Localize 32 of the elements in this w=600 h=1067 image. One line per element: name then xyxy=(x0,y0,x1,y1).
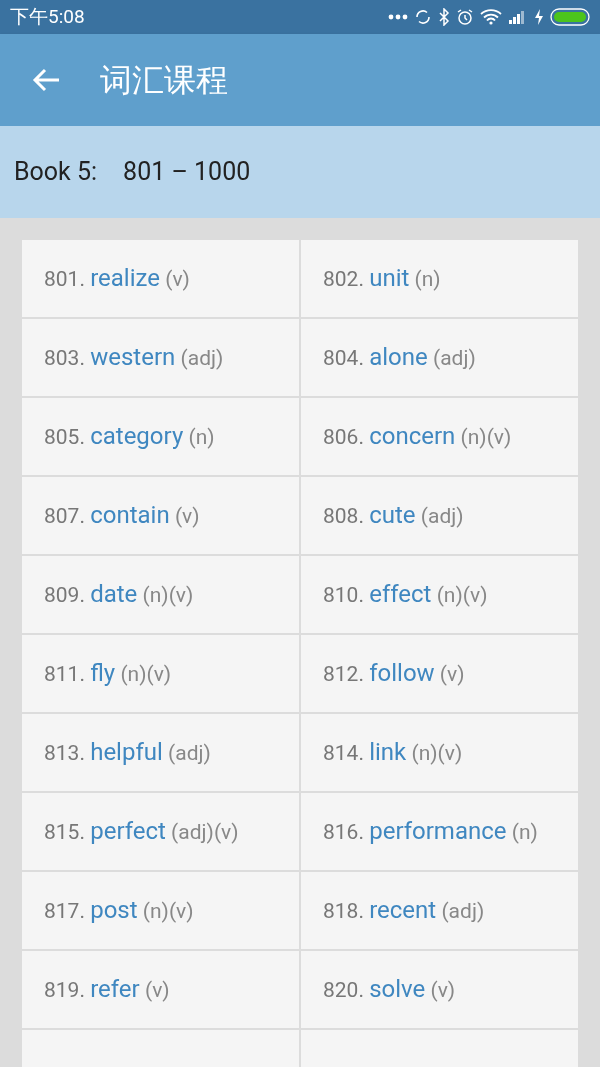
status-time: 下午5:08 xyxy=(10,3,85,30)
alarm-icon xyxy=(456,8,474,26)
back-arrow-icon xyxy=(32,68,60,92)
app-bar-title: 词汇课程 xyxy=(100,60,228,101)
word-cell[interactable]: 803. western (adj) xyxy=(22,319,299,396)
wifi-icon xyxy=(480,9,502,25)
book-label: Book 5: xyxy=(14,156,98,189)
word-cell[interactable]: 802. unit (n) xyxy=(301,240,578,317)
word-cell[interactable]: 810. effect (n)(v) xyxy=(301,556,578,633)
range-label: 801 – 1000 xyxy=(123,156,251,189)
word-cell[interactable]: 801. realize (v) xyxy=(22,240,299,317)
word-cell[interactable]: 809. date (n)(v) xyxy=(22,556,299,633)
word-cell[interactable]: 804. alone (adj) xyxy=(301,319,578,396)
word-cell[interactable]: 814. link (n)(v) xyxy=(301,714,578,791)
word-cell[interactable]: 811. fly (n)(v) xyxy=(22,635,299,712)
word-cell[interactable]: 816. performance (n) xyxy=(301,793,578,870)
battery-icon xyxy=(550,8,590,26)
word-cell[interactable]: 818. recent (adj) xyxy=(301,872,578,949)
word-cell[interactable]: 813. helpful (adj) xyxy=(22,714,299,791)
word-cell[interactable]: 820. solve (v) xyxy=(301,951,578,1028)
word-cell[interactable]: 808. cute (adj) xyxy=(301,477,578,554)
sync-icon xyxy=(414,8,432,26)
word-cell[interactable]: 805. category (n) xyxy=(22,398,299,475)
word-cell[interactable]: 819. refer (v) xyxy=(22,951,299,1028)
word-cell[interactable]: 812. follow (v) xyxy=(301,635,578,712)
bluetooth-icon xyxy=(438,8,450,26)
word-cell[interactable]: 806. concern (n)(v) xyxy=(301,398,578,475)
word-cell[interactable]: 817. post (n)(v) xyxy=(22,872,299,949)
charging-icon xyxy=(534,9,544,25)
word-cell[interactable]: 815. perfect (adj)(v) xyxy=(22,793,299,870)
word-cell[interactable]: 807. contain (v) xyxy=(22,477,299,554)
more-icon xyxy=(388,14,408,20)
